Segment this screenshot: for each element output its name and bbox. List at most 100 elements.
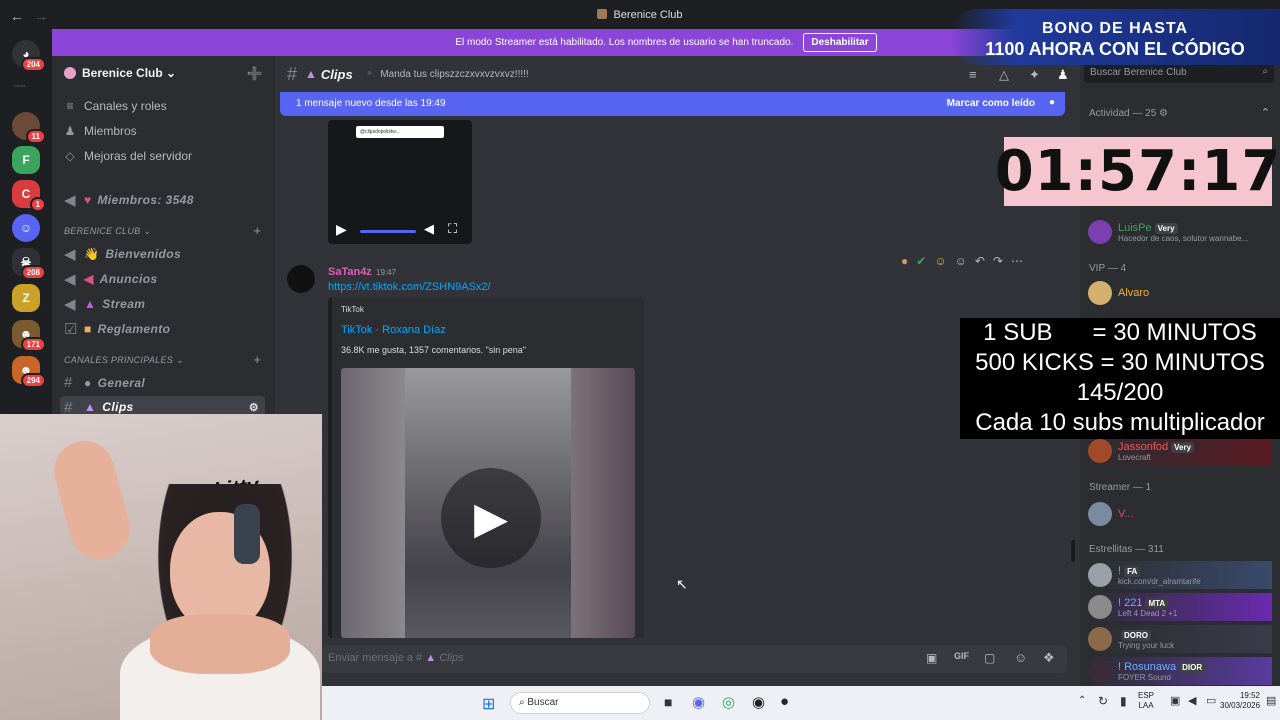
volume-icon[interactable]: ◀ — [424, 221, 434, 237]
message-composer[interactable]: Enviar mensaje a # ▲ Clips ▣ GIF ▢ ☺ ❖ — [322, 645, 1067, 673]
server-avatar-icon — [597, 9, 608, 19]
taskbar-search[interactable]: ⌕ Buscar — [510, 692, 650, 714]
add-member-icon[interactable]: ➕ — [247, 66, 263, 82]
fullscreen-icon[interactable]: ⛶ — [448, 221, 457, 237]
tray-chevron-icon[interactable]: ⌃ — [1078, 695, 1086, 706]
disable-streamer-button[interactable]: Deshabilitar — [803, 33, 877, 52]
file-explorer-icon[interactable]: ■ — [664, 694, 672, 710]
search-input[interactable]: Buscar Berenice Club ⌕ — [1084, 63, 1274, 83]
threads-icon[interactable]: ≡ — [969, 67, 977, 82]
server-icon-1[interactable]: 11 — [12, 112, 46, 144]
member-streamer[interactable]: V... — [1088, 500, 1272, 528]
member-star-2[interactable]: ! 221 MTA Left 4 Dead 2 +1 — [1088, 593, 1272, 621]
subathon-timer: 01:57:17 — [994, 137, 1280, 206]
volume-icon[interactable]: ◀ — [1188, 694, 1196, 707]
rule-line: 145/200 — [1076, 379, 1164, 406]
channel-reglamento[interactable]: ☑ ■ Reglamento — [64, 320, 170, 338]
settings-gear-icon[interactable]: ⚙ — [249, 401, 259, 414]
channel-bienvenidos[interactable]: ◀ 👋 Bienvenidos — [64, 245, 181, 263]
chevron-down-icon: ⌄ — [166, 66, 177, 80]
new-messages-bar[interactable]: 1 mensaje nuevo desde las 19:49 Marcar c… — [280, 92, 1065, 116]
channel-stream[interactable]: ◀ ▲ Stream — [64, 295, 145, 313]
channel-sidebar: Berenice Club ⌄ ➕ ≡ Canales y roles ♟ Miem… — [52, 56, 275, 416]
battery-icon[interactable]: ▭ — [1206, 694, 1216, 707]
server-icon-8[interactable]: ☻ 294 — [12, 356, 46, 388]
network-icon[interactable]: ▣ — [1170, 694, 1180, 707]
streamer-logo: ~~~~ — [14, 84, 26, 90]
streamer-neck — [150, 614, 290, 674]
gift-icon[interactable]: ▣ — [926, 651, 937, 665]
home-discord-icon[interactable]: ◕ 204 — [12, 40, 46, 72]
message-timestamp: 19:47 — [376, 268, 397, 277]
channel-anuncios[interactable]: ◀ ◀ Anuncios — [64, 270, 158, 288]
category-canales-principales[interactable]: CANALES PRINCIPALES ⌄ — [64, 355, 184, 366]
embed-video-thumbnail[interactable]: ▶ — [341, 368, 635, 638]
check-reaction-icon[interactable]: ✔ — [916, 254, 926, 268]
member-list-icon[interactable]: ♟ — [1057, 67, 1069, 83]
play-icon[interactable]: ▶ — [441, 468, 541, 568]
member-alvaro[interactable]: Alvaro — [1088, 279, 1272, 307]
server-header[interactable]: Berenice Club ⌄ — [64, 66, 176, 80]
windows-taskbar: ⊞ ⌕ Buscar ■ ◉ ◎ ◉ ● ⌃ ↻ ▮ ESP LAA ▣ ◀ ▭ … — [322, 686, 1280, 720]
sidebar-item-boosts[interactable]: ◇ Mejoras del servidor — [64, 149, 192, 163]
server-icon-7[interactable]: ☻ 171 — [12, 320, 46, 352]
embed-title[interactable]: TikTok · Roxana Díaz — [341, 324, 446, 336]
message-author[interactable]: SaTan4z — [328, 266, 372, 278]
hash-icon: # — [287, 63, 298, 84]
windows-start-icon[interactable]: ⊞ — [482, 694, 495, 714]
chrome-icon[interactable]: ◎ — [722, 693, 735, 711]
language-indicator[interactable]: ESP LAA — [1138, 691, 1154, 711]
previous-video-player[interactable]: @clipsdopolistw... ▶ ◀ ⛶ — [328, 120, 472, 244]
mic-icon[interactable]: ▮ — [1120, 694, 1127, 708]
promo-line-2: 1100 AHORA CON EL CÓDIGO — [985, 39, 1245, 59]
member-star-3[interactable]: DORO Trying your luck — [1088, 625, 1272, 653]
notification-icon[interactable]: ▤ — [1266, 694, 1276, 707]
tiktok-embed: TikTok TikTok · Roxana Díaz 36.8K me gus… — [328, 297, 644, 638]
gif-icon[interactable]: GIF — [954, 651, 969, 661]
reply-icon[interactable]: ↶ — [975, 254, 985, 268]
add-reaction-icon[interactable]: ☺ — [955, 254, 967, 268]
server-icon-6[interactable]: Z — [12, 284, 40, 312]
sync-icon[interactable]: ↻ — [1098, 694, 1108, 708]
member-star-1[interactable]: ! FA kick.com/dr_alramtarife — [1088, 561, 1272, 589]
mark-read-icon: ● — [1048, 97, 1055, 108]
channel-general[interactable]: # ● General — [64, 374, 145, 391]
member-jassonfod[interactable]: Jassonfod Very Lovecraft — [1088, 437, 1272, 465]
bell-icon[interactable]: △ — [999, 67, 1009, 83]
scrollbar[interactable] — [1071, 540, 1075, 562]
volume-slider[interactable] — [360, 230, 416, 233]
emoji-icon[interactable]: ☺ — [1014, 650, 1027, 665]
discord-icon[interactable]: ◉ — [692, 693, 705, 711]
mark-read-button[interactable]: Marcar como leído — [947, 98, 1035, 109]
chevron-up-icon[interactable]: ⌃ — [1261, 106, 1270, 119]
reaction-icon[interactable]: ● — [901, 254, 908, 268]
server-icon-4[interactable]: ☺ — [12, 214, 40, 242]
obs-icon[interactable]: ◉ — [752, 693, 765, 711]
clock[interactable]: 19:52 30/03/2026 — [1220, 691, 1260, 711]
member-luispe[interactable]: LuisPe Very Hacedor de caos, solutor wanna… — [1088, 218, 1272, 246]
add-channel-icon[interactable]: + — [253, 352, 261, 367]
steam-icon[interactable]: ● — [780, 693, 789, 710]
hash-icon: # — [64, 374, 73, 391]
server-icon-5[interactable]: ☠ 208 — [12, 248, 46, 280]
users-icon: ♟ — [64, 124, 76, 138]
sticker-icon[interactable]: ▢ — [984, 651, 995, 665]
activity-header[interactable]: Actividad — 25 ⚙ — [1089, 108, 1168, 119]
pin-icon[interactable]: ✦ — [1029, 67, 1040, 83]
forward-icon[interactable]: ↷ — [993, 254, 1003, 268]
sidebar-item-members[interactable]: ♟ Miembros — [64, 124, 137, 138]
more-icon[interactable]: ⋯ — [1011, 254, 1023, 268]
apps-icon[interactable]: ❖ — [1043, 650, 1055, 666]
add-channel-icon[interactable]: + — [253, 223, 261, 238]
server-icon-2[interactable]: F — [12, 146, 40, 174]
sidebar-item-channels-roles[interactable]: ≡ Canales y roles — [64, 99, 166, 113]
channel-clips[interactable]: # ▲ Clips ⚙ — [60, 396, 265, 416]
category-berenice-club[interactable]: BERENICE CLUB ⌄ — [64, 226, 151, 237]
avatar[interactable] — [287, 265, 315, 293]
server-icon-3[interactable]: C1 — [12, 180, 46, 212]
play-icon[interactable]: ▶ — [336, 221, 347, 238]
member-star-4[interactable]: ! Rosunawa DIOR FOYER Sound — [1088, 657, 1272, 685]
members-count-channel[interactable]: ◀ ♥ Miembros: 3548 — [64, 191, 194, 209]
laugh-reaction-icon[interactable]: ☺ — [934, 254, 946, 268]
message-link[interactable]: https://vt.tiktok.com/ZSHN9ASx2/ — [328, 281, 491, 293]
